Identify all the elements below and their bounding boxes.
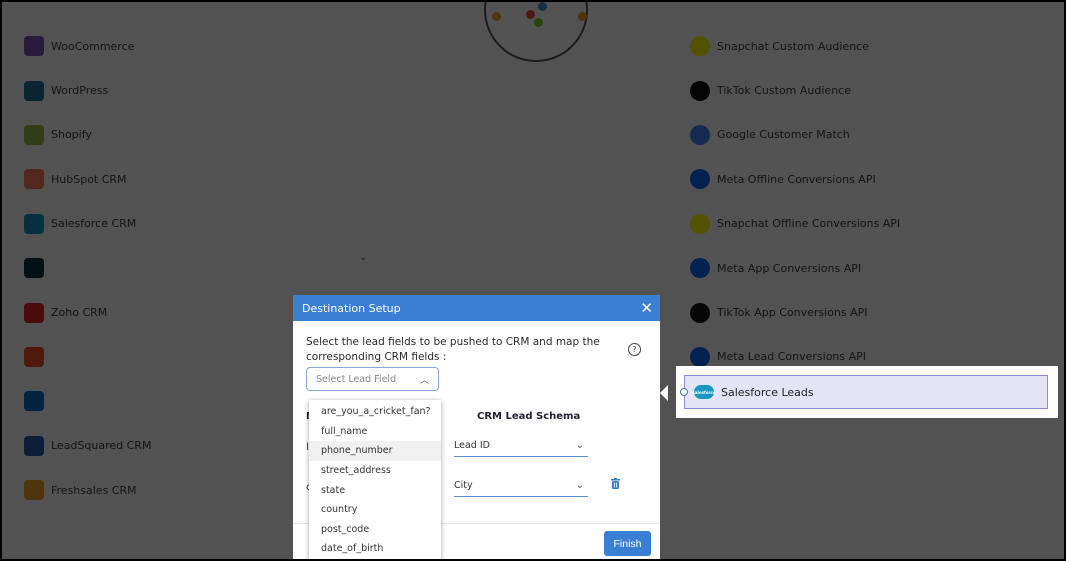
select-placeholder: Select Lead Field (316, 373, 397, 385)
trash-icon[interactable] (611, 478, 620, 489)
crm-field-value: City (454, 480, 473, 491)
dropdown-option[interactable]: full_name (309, 422, 441, 442)
dropdown-option[interactable]: date_of_birth (309, 539, 441, 559)
crm-field-select[interactable]: City ⌄ (454, 475, 588, 497)
app-frame: WooCommerceWordPressShopifyHubSpot CRMSa… (0, 0, 1066, 561)
close-icon[interactable]: ✕ (640, 300, 653, 316)
destination-name: Salesforce Leads (721, 385, 814, 399)
crm-field-select[interactable]: Lead ID ⌄ (454, 435, 588, 457)
modal-header: Destination Setup ✕ (293, 295, 660, 321)
chevron-down-icon: ⌄ (575, 440, 584, 451)
dropdown-option[interactable]: are_you_a_cricket_fan? (309, 402, 441, 422)
dropdown-option[interactable]: phone_number (309, 441, 441, 461)
highlight-pointer (660, 385, 668, 401)
modal-title: Destination Setup (302, 301, 401, 315)
lead-field-dropdown: are_you_a_cricket_fan? full_name phone_num… (309, 400, 441, 559)
lead-field-select[interactable]: Select Lead Field ︿ (306, 367, 439, 391)
salesforce-icon: salesforce (692, 385, 716, 399)
chevron-up-icon: ︿ (419, 375, 429, 386)
connector-handle[interactable] (680, 388, 688, 396)
dropdown-option[interactable]: state (309, 480, 441, 500)
salesforce-leads-card[interactable]: salesforce Salesforce Leads (680, 375, 1048, 409)
crm-schema-header: CRM Lead Schema (477, 411, 581, 422)
instruction-text: Select the lead fields to be pushed to C… (306, 336, 600, 363)
dropdown-option[interactable]: country (309, 500, 441, 520)
highlighted-destination-panel: salesforce Salesforce Leads (676, 366, 1058, 418)
crm-field-value: Lead ID (454, 440, 490, 451)
finish-button[interactable]: Finish (604, 531, 651, 556)
dropdown-option[interactable]: street_address (309, 461, 441, 481)
help-icon[interactable]: ? (628, 343, 641, 356)
salesforce-logo-text: salesforce (692, 389, 716, 395)
dropdown-option[interactable]: post_code (309, 520, 441, 540)
chevron-down-icon: ⌄ (575, 480, 584, 491)
